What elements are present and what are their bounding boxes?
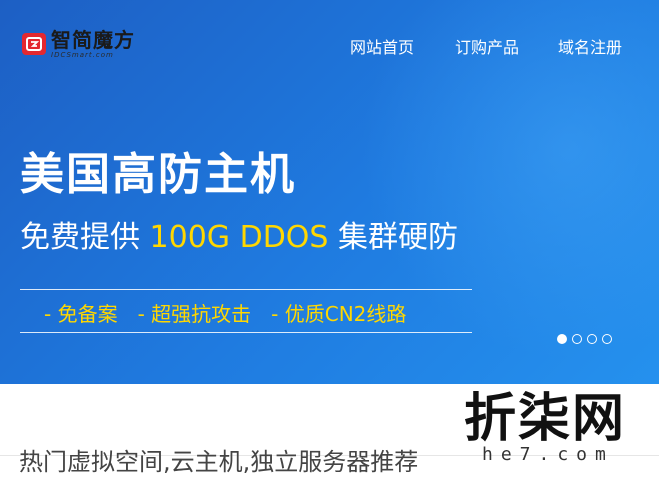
logo-name-cn: 智简魔方: [51, 27, 135, 52]
feature-anti-attack: - 超强抗攻击: [137, 302, 252, 326]
section-title: 热门虚拟空间,云主机,独立服务器推荐: [19, 448, 419, 476]
carousel-pagination: [557, 334, 612, 344]
top-navigation: 智简魔方 IDCSmart.com 网站首页 订购产品 域名注册: [0, 0, 659, 86]
banner-subline: 免费提供 100G DDOS 集群硬防: [20, 212, 458, 256]
banner-headline: 美国高防主机: [20, 149, 296, 200]
feature-cn2-line: - 优质CN2线路: [271, 302, 407, 326]
features-top-divider: [20, 289, 472, 290]
subline-highlight: 100G DDOS: [149, 220, 329, 255]
nav-item-order-products[interactable]: 订购产品: [455, 34, 519, 58]
carousel-dot-1[interactable]: [557, 334, 567, 344]
nav-item-domain-registration[interactable]: 域名注册: [558, 34, 622, 58]
hero-banner[interactable]: 智简魔方 IDCSmart.com 网站首页 订购产品 域名注册 美国高防主机 …: [0, 0, 659, 384]
features-bottom-divider: [20, 332, 472, 333]
carousel-dot-4[interactable]: [602, 334, 612, 344]
logo-mark-icon: [22, 33, 46, 55]
carousel-dot-3[interactable]: [587, 334, 597, 344]
carousel-dot-2[interactable]: [572, 334, 582, 344]
feature-no-filing: - 免备案: [44, 302, 118, 326]
watermark-text-en: he7.com: [482, 444, 614, 465]
watermark: 折柒网 he7.com: [460, 376, 659, 466]
subline-prefix: 免费提供: [20, 220, 150, 255]
logo-text: 智简魔方 IDCSmart.com: [51, 30, 135, 59]
feature-list: - 免备案 - 超强抗攻击 - 优质CN2线路: [44, 298, 406, 327]
nav-item-home[interactable]: 网站首页: [350, 34, 414, 58]
watermark-text-cn: 折柒网: [464, 389, 627, 449]
brand-logo[interactable]: 智简魔方 IDCSmart.com: [22, 29, 135, 59]
logo-name-en: IDCSmart.com: [51, 50, 114, 59]
subline-suffix: 集群硬防: [328, 220, 458, 255]
